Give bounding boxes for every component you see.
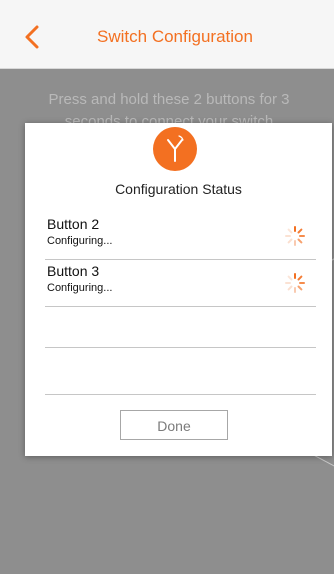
- button-status: Configuring...: [47, 282, 113, 294]
- switch-signal-icon: [153, 127, 197, 171]
- chevron-left-icon: [25, 25, 39, 49]
- dialog-title: Configuration Status: [115, 181, 242, 197]
- done-button[interactable]: Done: [120, 410, 228, 440]
- divider: [45, 394, 316, 395]
- divider: [45, 347, 316, 348]
- button-name: Button 2: [47, 216, 100, 232]
- button-status-row: Button 3 Configuring...: [45, 260, 316, 307]
- button-status-row: Button 2 Configuring...: [45, 213, 316, 260]
- page-title: Switch Configuration: [97, 27, 253, 46]
- back-button[interactable]: [22, 24, 44, 50]
- app-header: Switch Configuration: [0, 0, 334, 69]
- configuration-status-dialog: Configuration Status Button 2 Configurin…: [25, 123, 332, 456]
- switch-signal-icon-glyph: [167, 135, 184, 162]
- spinner-icon: [285, 273, 305, 293]
- button-status: Configuring...: [47, 235, 113, 247]
- button-name: Button 3: [47, 263, 100, 279]
- spinner-icon: [285, 226, 305, 246]
